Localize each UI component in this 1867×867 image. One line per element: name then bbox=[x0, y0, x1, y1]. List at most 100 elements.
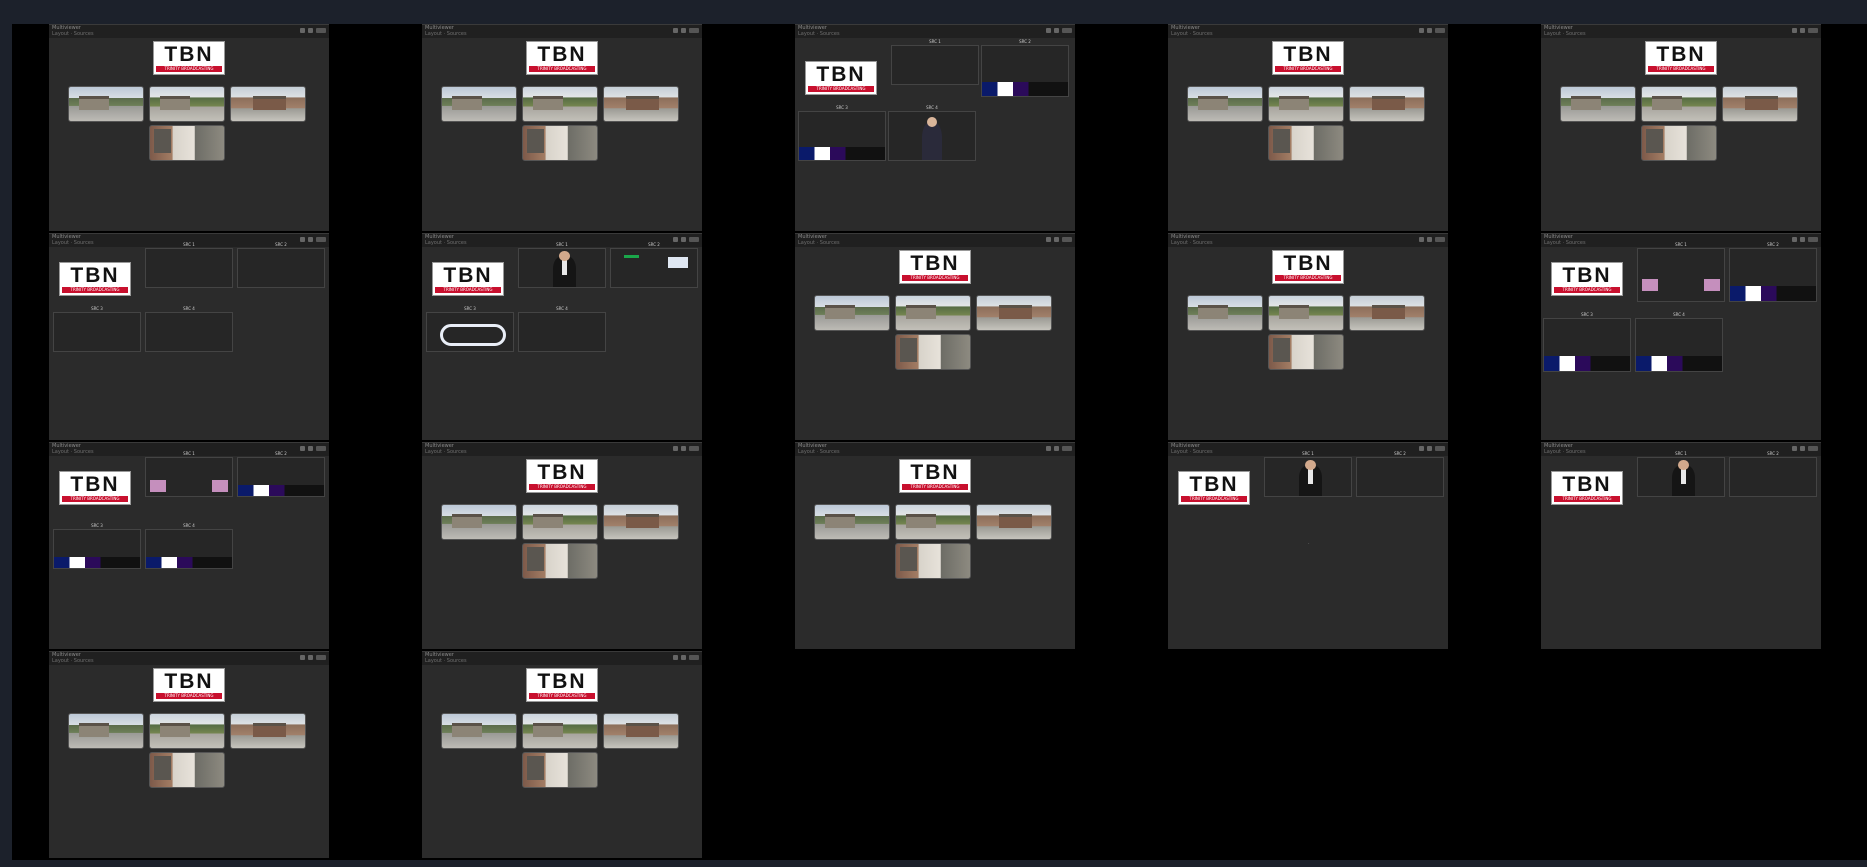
panel-subtitle: Layout · Sources bbox=[425, 240, 467, 246]
source-cell[interactable]: SRC 4 bbox=[1635, 312, 1723, 372]
viewer-panel[interactable]: Multiviewer Layout · Sources TBN TRINITY… bbox=[49, 442, 329, 649]
viewer-panel[interactable]: Multiviewer Layout · Sources TBN TRINITY… bbox=[1541, 233, 1821, 440]
viewer-panel[interactable]: Multiviewer Layout · Sources TBN TRINITY… bbox=[795, 442, 1075, 649]
camera-thumbnail[interactable] bbox=[230, 713, 306, 749]
viewer-panel[interactable]: Multiviewer Layout · Sources TBN TRINITY… bbox=[422, 233, 702, 440]
source-cell[interactable]: SRC 3 bbox=[53, 306, 141, 352]
camera-thumbnail[interactable] bbox=[1641, 86, 1717, 122]
viewer-panel[interactable]: Multiviewer Layout · Sources TBN TRINITY… bbox=[1541, 442, 1821, 649]
source-cell[interactable]: SRC 1 bbox=[891, 39, 979, 85]
camera-thumbnail[interactable] bbox=[1187, 295, 1263, 331]
camera-thumbnail[interactable] bbox=[149, 752, 225, 788]
source-cell[interactable]: SRC 3 bbox=[798, 105, 886, 161]
panel-header: Multiviewer Layout · Sources bbox=[1541, 25, 1821, 38]
camera-thumbnail[interactable] bbox=[1641, 125, 1717, 161]
source-cell[interactable]: SRC 1 bbox=[1264, 451, 1352, 497]
source-cell[interactable]: SRC 2 bbox=[1729, 242, 1817, 302]
logo-tagline: TRINITY BROADCASTING bbox=[1181, 496, 1247, 502]
camera-thumbnail[interactable] bbox=[1349, 86, 1425, 122]
camera-thumbnail[interactable] bbox=[1268, 86, 1344, 122]
camera-thumbnail[interactable] bbox=[603, 713, 679, 749]
panel-controls[interactable] bbox=[1419, 237, 1445, 242]
camera-thumbnail[interactable] bbox=[149, 86, 225, 122]
source-cell[interactable]: SRC 4 bbox=[145, 306, 233, 352]
source-cell[interactable]: SRC 4 bbox=[888, 105, 976, 161]
camera-thumbnail[interactable] bbox=[1187, 86, 1263, 122]
camera-thumbnail[interactable] bbox=[522, 504, 598, 540]
camera-thumbnail[interactable] bbox=[1349, 295, 1425, 331]
source-cell[interactable]: SRC 3 bbox=[53, 523, 141, 569]
panel-controls[interactable] bbox=[673, 655, 699, 660]
camera-thumbnail[interactable] bbox=[895, 543, 971, 579]
camera-thumbnail[interactable] bbox=[976, 295, 1052, 331]
viewer-panel[interactable]: Multiviewer Layout · Sources TBN TRINITY… bbox=[49, 233, 329, 440]
source-cell[interactable]: SRC 1 bbox=[1637, 242, 1725, 302]
camera-thumbnail[interactable] bbox=[895, 504, 971, 540]
camera-thumbnail[interactable] bbox=[895, 334, 971, 370]
logo-tagline: TRINITY BROADCASTING bbox=[529, 693, 595, 699]
camera-thumbnail[interactable] bbox=[522, 125, 598, 161]
panel-controls[interactable] bbox=[1046, 446, 1072, 451]
camera-thumbnail[interactable] bbox=[441, 504, 517, 540]
logo-text: TBN bbox=[1283, 252, 1333, 275]
camera-thumbnail[interactable] bbox=[522, 543, 598, 579]
camera-thumbnail[interactable] bbox=[441, 713, 517, 749]
source-cell[interactable]: SRC 2 bbox=[1729, 451, 1817, 497]
viewer-panel[interactable]: Multiviewer Layout · Sources TBN TRINITY… bbox=[422, 651, 702, 858]
camera-thumbnail[interactable] bbox=[522, 713, 598, 749]
panel-controls[interactable] bbox=[300, 655, 326, 660]
panel-controls[interactable] bbox=[1046, 237, 1072, 242]
viewer-panel[interactable]: Multiviewer Layout · Sources TBN TRINITY… bbox=[49, 24, 329, 231]
source-cell[interactable]: SRC 4 bbox=[518, 306, 606, 352]
panel-controls[interactable] bbox=[673, 28, 699, 33]
camera-thumbnail[interactable] bbox=[814, 504, 890, 540]
camera-thumbnail[interactable] bbox=[1722, 86, 1798, 122]
camera-thumbnail[interactable] bbox=[1268, 334, 1344, 370]
camera-thumbnail[interactable] bbox=[149, 713, 225, 749]
panel-controls[interactable] bbox=[300, 28, 326, 33]
camera-thumbnail[interactable] bbox=[522, 752, 598, 788]
camera-thumbnail[interactable] bbox=[68, 86, 144, 122]
viewer-panel[interactable]: Multiviewer Layout · Sources TBN TRINITY… bbox=[795, 24, 1075, 231]
camera-thumbnail[interactable] bbox=[976, 504, 1052, 540]
viewer-panel[interactable]: Multiviewer Layout · Sources TBN TRINITY… bbox=[795, 233, 1075, 440]
source-cell[interactable]: SRC 1 bbox=[518, 242, 606, 288]
camera-thumbnail[interactable] bbox=[814, 295, 890, 331]
camera-thumbnail[interactable] bbox=[603, 504, 679, 540]
multiview-feed bbox=[1729, 457, 1817, 497]
panel-subtitle: Layout · Sources bbox=[798, 31, 840, 37]
camera-thumbnail[interactable] bbox=[603, 86, 679, 122]
viewer-panel[interactable]: Multiviewer Layout · Sources TBN TRINITY… bbox=[1541, 24, 1821, 231]
panel-controls[interactable] bbox=[1419, 28, 1445, 33]
camera-thumbnail[interactable] bbox=[1268, 295, 1344, 331]
tbn-logo: TBN TRINITY BROADCASTING bbox=[153, 41, 225, 75]
camera-thumbnail[interactable] bbox=[441, 86, 517, 122]
viewer-panel[interactable]: Multiviewer Layout · Sources TBN TRINITY… bbox=[422, 442, 702, 649]
camera-thumbnail[interactable] bbox=[895, 295, 971, 331]
source-cell[interactable]: SRC 3 bbox=[426, 306, 514, 352]
viewer-panel[interactable]: Multiviewer Layout · Sources TBN TRINITY… bbox=[422, 24, 702, 231]
camera-thumbnail[interactable] bbox=[1560, 86, 1636, 122]
source-cell[interactable]: SRC 2 bbox=[237, 242, 325, 288]
panel-controls[interactable] bbox=[673, 446, 699, 451]
camera-thumbnail[interactable] bbox=[522, 86, 598, 122]
source-cell[interactable]: SRC 1 bbox=[145, 451, 233, 497]
panel-controls[interactable] bbox=[1792, 28, 1818, 33]
source-cell[interactable]: SRC 2 bbox=[610, 242, 698, 288]
viewer-panel[interactable]: Multiviewer Layout · Sources TBN TRINITY… bbox=[1168, 442, 1448, 649]
source-cell[interactable]: SRC 4 bbox=[145, 523, 233, 569]
viewer-panel[interactable]: Multiviewer Layout · Sources TBN TRINITY… bbox=[1168, 233, 1448, 440]
camera-thumbnail[interactable] bbox=[1268, 125, 1344, 161]
camera-thumbnail[interactable] bbox=[68, 713, 144, 749]
source-cell[interactable]: SRC 2 bbox=[237, 451, 325, 497]
source-cell[interactable]: SRC 2 bbox=[1356, 451, 1444, 497]
source-cell[interactable]: SRC 1 bbox=[1637, 451, 1725, 497]
panel-controls[interactable] bbox=[1046, 28, 1072, 33]
viewer-panel[interactable]: Multiviewer Layout · Sources TBN TRINITY… bbox=[1168, 24, 1448, 231]
viewer-panel[interactable]: Multiviewer Layout · Sources TBN TRINITY… bbox=[49, 651, 329, 858]
source-cell[interactable]: SRC 1 bbox=[145, 242, 233, 288]
camera-thumbnail[interactable] bbox=[230, 86, 306, 122]
source-cell[interactable]: SRC 2 bbox=[981, 39, 1069, 97]
camera-thumbnail[interactable] bbox=[149, 125, 225, 161]
source-cell[interactable]: SRC 3 bbox=[1543, 312, 1631, 372]
